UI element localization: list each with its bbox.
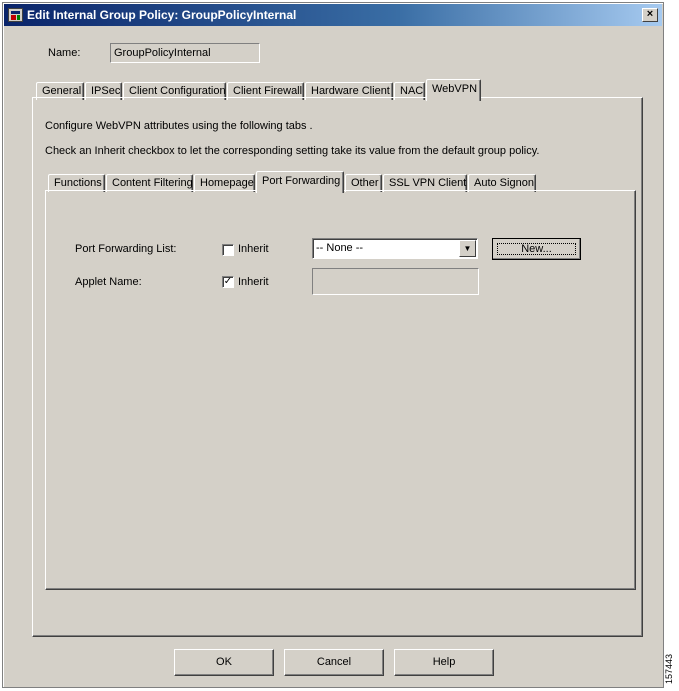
figure-id: 157443: [664, 653, 675, 685]
name-field[interactable]: GroupPolicyInternal: [110, 43, 260, 63]
tab-webvpn[interactable]: WebVPN: [426, 79, 481, 101]
close-button[interactable]: ×: [642, 8, 658, 22]
help-button[interactable]: Help: [394, 649, 494, 676]
applet-name-label: Applet Name:: [75, 276, 142, 288]
window-title: Edit Internal Group Policy: GroupPolicyI…: [27, 8, 297, 22]
subtab-port-forwarding[interactable]: Port Forwarding: [256, 171, 344, 193]
name-label: Name:: [48, 47, 81, 59]
title-bar[interactable]: Edit Internal Group Policy: GroupPolicyI…: [4, 4, 662, 26]
port-forwarding-list-inherit-checkbox[interactable]: [222, 244, 234, 256]
applet-name-inherit-label: Inherit: [238, 276, 269, 288]
port-forwarding-list-inherit-label: Inherit: [238, 243, 269, 255]
description-line-1: Configure WebVPN attributes using the fo…: [45, 120, 313, 132]
port-forwarding-list-value: -- None --: [316, 242, 364, 254]
ok-button[interactable]: OK: [174, 649, 274, 676]
applet-name-field[interactable]: [312, 268, 479, 295]
cancel-button[interactable]: Cancel: [284, 649, 384, 676]
port-forwarding-list-label: Port Forwarding List:: [75, 243, 177, 255]
dropdown-arrow-icon[interactable]: ▼: [459, 240, 476, 257]
app-icon: [8, 8, 23, 22]
description-line-2: Check an Inherit checkbox to let the cor…: [45, 145, 540, 157]
port-forwarding-list-select[interactable]: -- None -- ▼: [312, 238, 478, 259]
applet-name-inherit-checkbox[interactable]: ✓: [222, 276, 234, 288]
new-button[interactable]: New...: [492, 238, 581, 260]
close-icon: ×: [646, 8, 654, 20]
